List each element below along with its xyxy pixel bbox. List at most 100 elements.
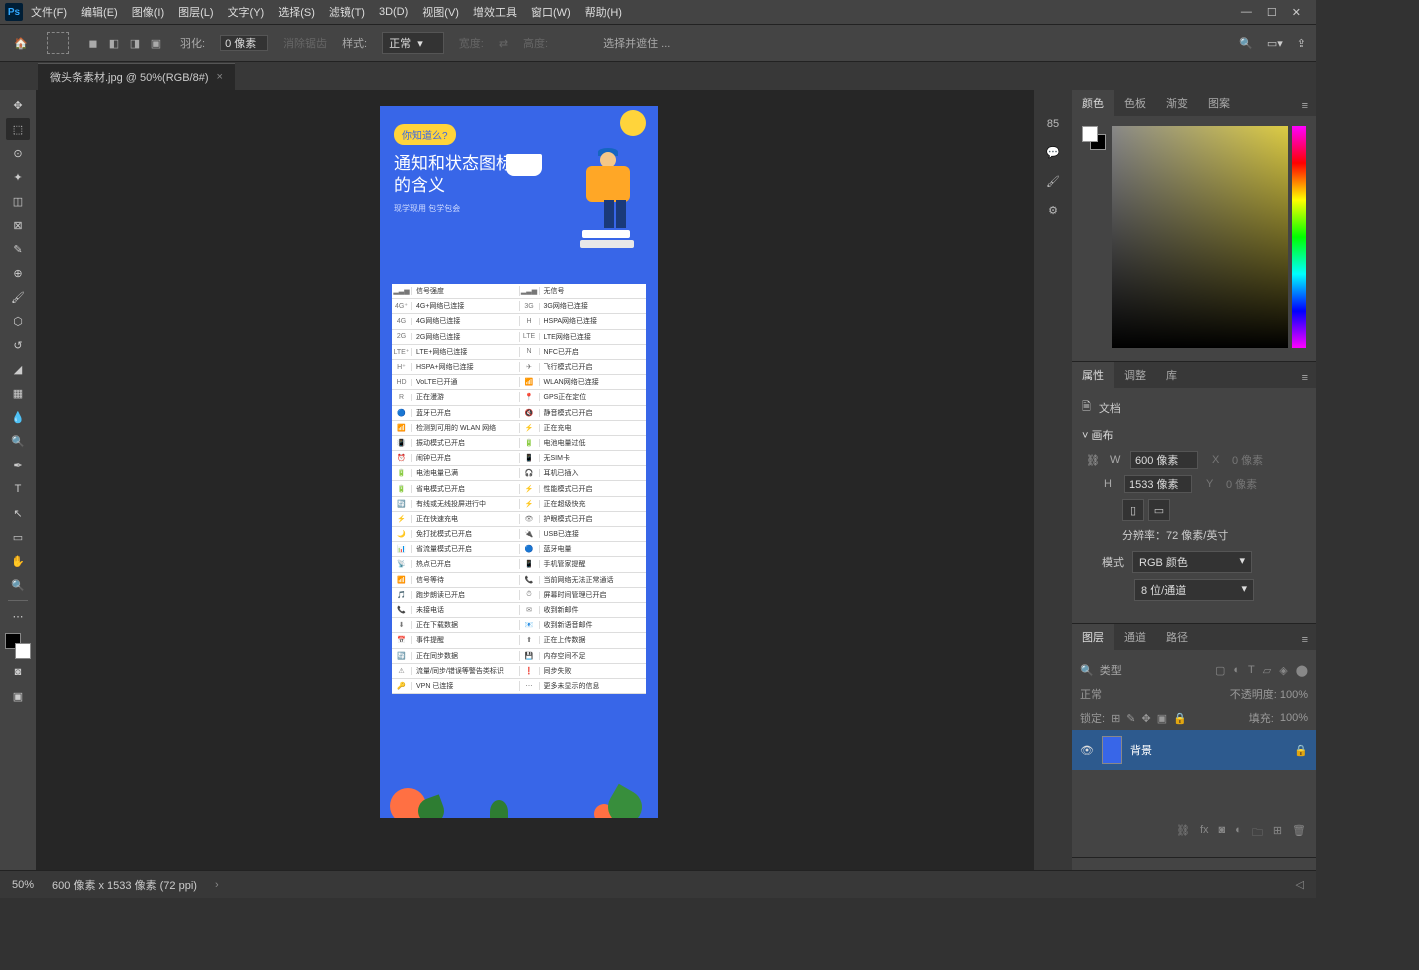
tab-properties[interactable]: 属性 bbox=[1072, 362, 1114, 388]
tab-channels[interactable]: 通道 bbox=[1114, 624, 1156, 650]
height-input[interactable] bbox=[1124, 475, 1192, 493]
frame-tool-icon[interactable]: ⊠ bbox=[6, 214, 30, 236]
lock-all-icon[interactable]: ⊞ bbox=[1111, 712, 1120, 725]
tab-adjustments[interactable]: 调整 bbox=[1114, 362, 1156, 388]
pen-tool-icon[interactable]: ✒ bbox=[6, 454, 30, 476]
close-icon[interactable]: ✕ bbox=[1292, 6, 1301, 19]
type-tool-icon[interactable]: T bbox=[6, 478, 30, 500]
layer-lock-icon[interactable]: 🔒 bbox=[1294, 744, 1308, 757]
tab-libraries[interactable]: 库 bbox=[1156, 362, 1187, 388]
maximize-icon[interactable]: ☐ bbox=[1267, 6, 1277, 19]
hand-tool-icon[interactable]: ✋ bbox=[6, 550, 30, 572]
tab-color[interactable]: 颜色 bbox=[1072, 90, 1114, 116]
filter-shape-icon[interactable]: ▱ bbox=[1263, 664, 1271, 677]
eyedropper-tool-icon[interactable]: ✎ bbox=[6, 238, 30, 260]
layer-row[interactable]: 👁 背景 🔒 bbox=[1072, 730, 1316, 770]
path-tool-icon[interactable]: ↖ bbox=[6, 502, 30, 524]
tab-close-icon[interactable]: × bbox=[217, 71, 223, 83]
fx-icon[interactable]: fx bbox=[1200, 824, 1209, 843]
color-mode-dropdown[interactable]: RGB 颜色▾ bbox=[1132, 551, 1252, 573]
document-tab[interactable]: 微头条素材.jpg @ 50%(RGB/8#) × bbox=[38, 63, 235, 90]
marquee-preset-icon[interactable] bbox=[47, 32, 69, 54]
share-icon[interactable]: ⇪ bbox=[1297, 37, 1306, 50]
blur-tool-icon[interactable]: 💧 bbox=[6, 406, 30, 428]
orient-landscape-icon[interactable]: ▭ bbox=[1148, 499, 1170, 521]
filter-smart-icon[interactable]: ◈ bbox=[1279, 664, 1287, 677]
healing-tool-icon[interactable]: ⊕ bbox=[6, 262, 30, 284]
filter-type-dropdown[interactable]: 类型 bbox=[1100, 662, 1122, 678]
lock-pixels-icon[interactable]: ✎ bbox=[1126, 712, 1135, 725]
menu-image[interactable]: 图像(I) bbox=[126, 1, 170, 23]
workspace-icon[interactable]: ▭▾ bbox=[1267, 37, 1283, 50]
brush-tool-icon[interactable]: 🖌 bbox=[6, 286, 30, 308]
color-swatches[interactable] bbox=[5, 633, 31, 659]
fill-value[interactable]: 100% bbox=[1280, 712, 1308, 724]
zoom-tool-icon[interactable]: 🔍 bbox=[6, 574, 30, 596]
menu-view[interactable]: 视图(V) bbox=[416, 1, 465, 23]
dodge-tool-icon[interactable]: 🔍 bbox=[6, 430, 30, 452]
panel-menu-icon[interactable]: ≡ bbox=[1294, 368, 1316, 388]
zoom-value[interactable]: 50% bbox=[12, 879, 34, 891]
menu-select[interactable]: 选择(S) bbox=[272, 1, 321, 23]
filter-adjust-icon[interactable]: ◐ bbox=[1233, 664, 1240, 676]
menu-plugins[interactable]: 增效工具 bbox=[467, 1, 523, 23]
hue-strip[interactable] bbox=[1292, 126, 1306, 348]
menu-edit[interactable]: 编辑(E) bbox=[75, 1, 124, 23]
orient-portrait-icon[interactable]: ▯ bbox=[1122, 499, 1144, 521]
shape-tool-icon[interactable]: ▭ bbox=[6, 526, 30, 548]
panel-menu-icon[interactable]: ≡ bbox=[1294, 96, 1316, 116]
filter-toggle-icon[interactable]: ⬤ bbox=[1296, 664, 1308, 677]
history-brush-tool-icon[interactable]: ↺ bbox=[6, 334, 30, 356]
dock-comment-icon[interactable]: 💬 bbox=[1046, 146, 1060, 159]
home-icon[interactable]: 🏠 bbox=[10, 32, 32, 54]
tab-patterns[interactable]: 图案 bbox=[1198, 90, 1240, 116]
search-icon[interactable]: 🔍 bbox=[1239, 37, 1253, 50]
menu-3d[interactable]: 3D(D) bbox=[373, 3, 414, 21]
canvas-area[interactable]: 你知道么? 通知和状态图标的含义 现学现用 包学包会 ▂▃▅信号强度▂▃▅无信号… bbox=[36, 90, 1034, 870]
menu-layer[interactable]: 图层(L) bbox=[172, 1, 219, 23]
wand-tool-icon[interactable]: ✦ bbox=[6, 166, 30, 188]
link-icon[interactable]: ⛓ bbox=[1086, 454, 1100, 467]
lock-icon[interactable]: 🔒 bbox=[1173, 712, 1187, 725]
width-input[interactable] bbox=[1130, 451, 1198, 469]
minimize-icon[interactable]: — bbox=[1241, 6, 1252, 19]
menu-file[interactable]: 文件(F) bbox=[25, 1, 73, 23]
mask-icon[interactable]: ◙ bbox=[1219, 824, 1226, 843]
style-dropdown[interactable]: 正常 ▾ bbox=[382, 32, 444, 54]
tab-swatches[interactable]: 色板 bbox=[1114, 90, 1156, 116]
status-pane-left-icon[interactable]: ◁ bbox=[1296, 878, 1304, 891]
edit-toolbar-icon[interactable]: ⋯ bbox=[6, 605, 30, 627]
marquee-tool-icon[interactable]: ⬚ bbox=[6, 118, 30, 140]
eraser-tool-icon[interactable]: ◢ bbox=[6, 358, 30, 380]
new-layer-icon[interactable]: ⊞ bbox=[1273, 824, 1282, 843]
canvas-section-header[interactable]: ˅ 画布 bbox=[1082, 427, 1306, 443]
tab-gradients[interactable]: 渐变 bbox=[1156, 90, 1198, 116]
color-field[interactable] bbox=[1112, 126, 1288, 348]
adjustment-icon[interactable]: ◐ bbox=[1235, 824, 1242, 843]
bit-depth-dropdown[interactable]: 8 位/通道▾ bbox=[1134, 579, 1254, 601]
menu-type[interactable]: 文字(Y) bbox=[222, 1, 271, 23]
tab-paths[interactable]: 路径 bbox=[1156, 624, 1198, 650]
add-selection-icon[interactable]: ◧ bbox=[105, 34, 123, 52]
dock-brush-icon[interactable]: 🖌 bbox=[1046, 175, 1060, 188]
color-fgbg[interactable] bbox=[1082, 126, 1102, 146]
dock-settings-icon[interactable]: ⚙ bbox=[1048, 204, 1058, 217]
filter-pixel-icon[interactable]: ▢ bbox=[1215, 664, 1225, 677]
panel-menu-icon[interactable]: ≡ bbox=[1294, 630, 1316, 650]
menu-help[interactable]: 帮助(H) bbox=[579, 1, 628, 23]
blend-mode-dropdown[interactable]: 正常 bbox=[1080, 686, 1102, 702]
select-mask-button[interactable]: 选择并遮住 ... bbox=[603, 35, 670, 51]
status-arrow-icon[interactable]: › bbox=[215, 879, 219, 891]
crop-tool-icon[interactable]: ◫ bbox=[6, 190, 30, 212]
visibility-icon[interactable]: 👁 bbox=[1080, 744, 1094, 757]
lock-position-icon[interactable]: ✥ bbox=[1142, 712, 1151, 725]
filter-icon[interactable]: 🔍 bbox=[1080, 664, 1094, 677]
layer-thumbnail[interactable] bbox=[1102, 736, 1122, 764]
stamp-tool-icon[interactable]: ⬡ bbox=[6, 310, 30, 332]
lasso-tool-icon[interactable]: ⊙ bbox=[6, 142, 30, 164]
dock-85-icon[interactable]: 85 bbox=[1047, 118, 1059, 130]
delete-layer-icon[interactable]: 🗑 bbox=[1292, 824, 1306, 843]
move-tool-icon[interactable]: ✥ bbox=[6, 94, 30, 116]
filter-type-icon[interactable]: T bbox=[1248, 664, 1255, 676]
gradient-tool-icon[interactable]: ▦ bbox=[6, 382, 30, 404]
